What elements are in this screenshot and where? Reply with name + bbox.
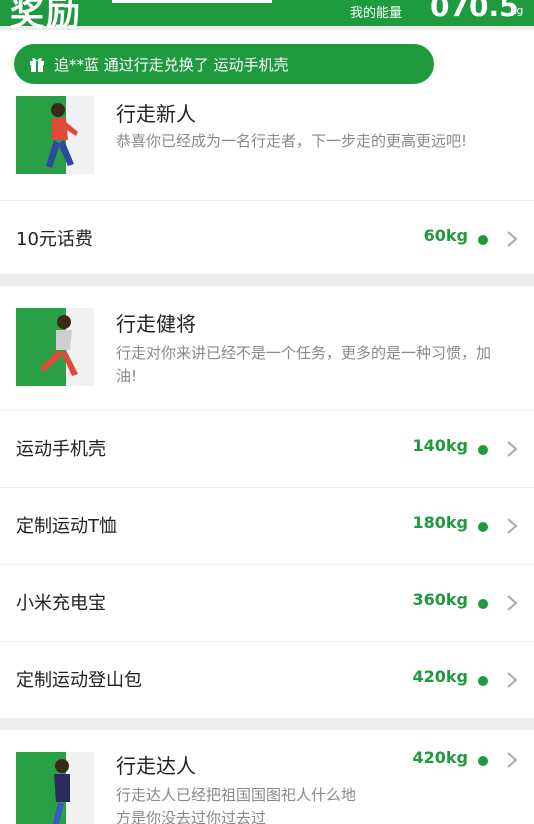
energy-label: 我的能量	[350, 6, 403, 21]
walker-image	[16, 96, 94, 174]
level-title: 行走健将	[116, 312, 196, 336]
level-header: 行走健将 行走对你来讲已经不是一个任务，更多的是一种习惯，加油!	[0, 286, 534, 410]
status-dot	[478, 445, 488, 455]
level-header: 行走新人 恭喜你已经成为一名行走者，下一步走的更高更远吧!	[0, 94, 534, 200]
chevron-right-icon	[507, 518, 518, 534]
runner-image	[16, 308, 94, 386]
reward-price: 420kg	[412, 748, 469, 767]
level-card-athlete: 行走健将 行走对你来讲已经不是一个任务，更多的是一种习惯，加油! 运动手机壳 1…	[0, 286, 534, 718]
reward-name: 10元话费	[16, 229, 93, 250]
status-dot	[478, 599, 488, 609]
chevron-right-icon	[507, 595, 518, 611]
level-description: 恭喜你已经成为一名行走者，下一步走的更高更远吧!	[116, 132, 468, 150]
level-description: 行走对你来讲已经不是一个任务，更多的是一种习惯，加油!	[116, 344, 492, 385]
level-card-beginner: 追**蓝 通过行走兑换了 运动手机壳 行走新人 恭喜你已经成为一名行走者，下一步…	[0, 30, 534, 274]
reward-item[interactable]: 定制运动T恤 180kg	[0, 487, 534, 564]
reward-name: 运动手机壳	[16, 439, 106, 460]
chevron-right-icon	[507, 672, 518, 688]
chevron-right-icon[interactable]	[504, 750, 520, 770]
level-title: 行走新人	[116, 102, 196, 126]
reward-price: 140kg	[412, 436, 469, 455]
reward-item[interactable]: 定制运动登山包 420kg	[0, 641, 534, 718]
level-description: 行走达人已经把祖国国图祀人什么地方是你没去过你过去过	[116, 786, 357, 824]
status-dot	[478, 676, 488, 686]
title-underline	[112, 0, 272, 3]
walker-image	[16, 752, 94, 824]
chevron-right-icon	[507, 231, 518, 247]
chevron-right-icon	[507, 441, 518, 457]
exchange-notice-banner[interactable]: 追**蓝 通过行走兑换了 运动手机壳	[14, 44, 434, 84]
reward-item[interactable]: 10元话费 60kg	[0, 200, 534, 277]
reward-name: 小米充电宝	[16, 593, 106, 614]
level-card-expert: 行走达人 420kg 行走达人已经把祖国国图祀人什么地方是你没去过你过去过	[0, 730, 534, 824]
reward-name: 定制运动T恤	[16, 516, 117, 537]
top-bar: 奖励 我的能量 070.5 kg	[0, 0, 534, 34]
gift-icon	[28, 55, 46, 73]
reward-price: 180kg	[412, 513, 469, 532]
status-dot	[478, 756, 488, 766]
reward-item[interactable]: 运动手机壳 140kg	[0, 410, 534, 487]
exchange-notice-text: 追**蓝 通过行走兑换了 运动手机壳	[54, 55, 289, 74]
level-title: 行走达人	[116, 754, 196, 778]
reward-name: 定制运动登山包	[16, 670, 142, 691]
energy-value: 070.5	[430, 0, 519, 23]
reward-price: 360kg	[412, 590, 469, 609]
status-dot	[478, 522, 488, 532]
energy-unit: kg	[510, 4, 524, 17]
reward-price: 60kg	[423, 226, 468, 245]
status-dot	[478, 235, 488, 245]
reward-item[interactable]: 小米充电宝 360kg	[0, 564, 534, 641]
reward-price: 420kg	[412, 667, 469, 686]
